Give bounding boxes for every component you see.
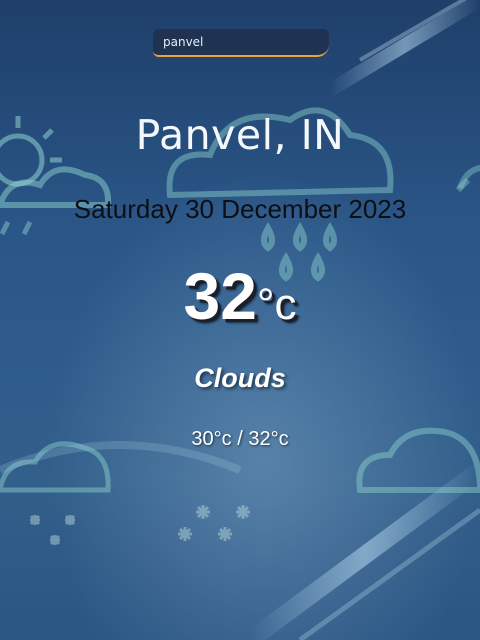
search-box[interactable]	[153, 29, 329, 57]
temperature-value: 32	[183, 259, 257, 333]
temperature-unit: °c	[256, 280, 297, 329]
temperature-range: 30°c / 32°c	[191, 428, 289, 450]
current-temperature: 32°c	[0, 258, 480, 334]
current-date: Saturday 30 December 2023	[73, 194, 407, 224]
weather-condition: Clouds	[194, 363, 286, 393]
weather-app: Panvel, IN Saturday 30 December 2023 32°…	[0, 0, 480, 640]
search-input[interactable]	[153, 29, 329, 57]
city-name: Panvel, IN	[135, 111, 345, 159]
